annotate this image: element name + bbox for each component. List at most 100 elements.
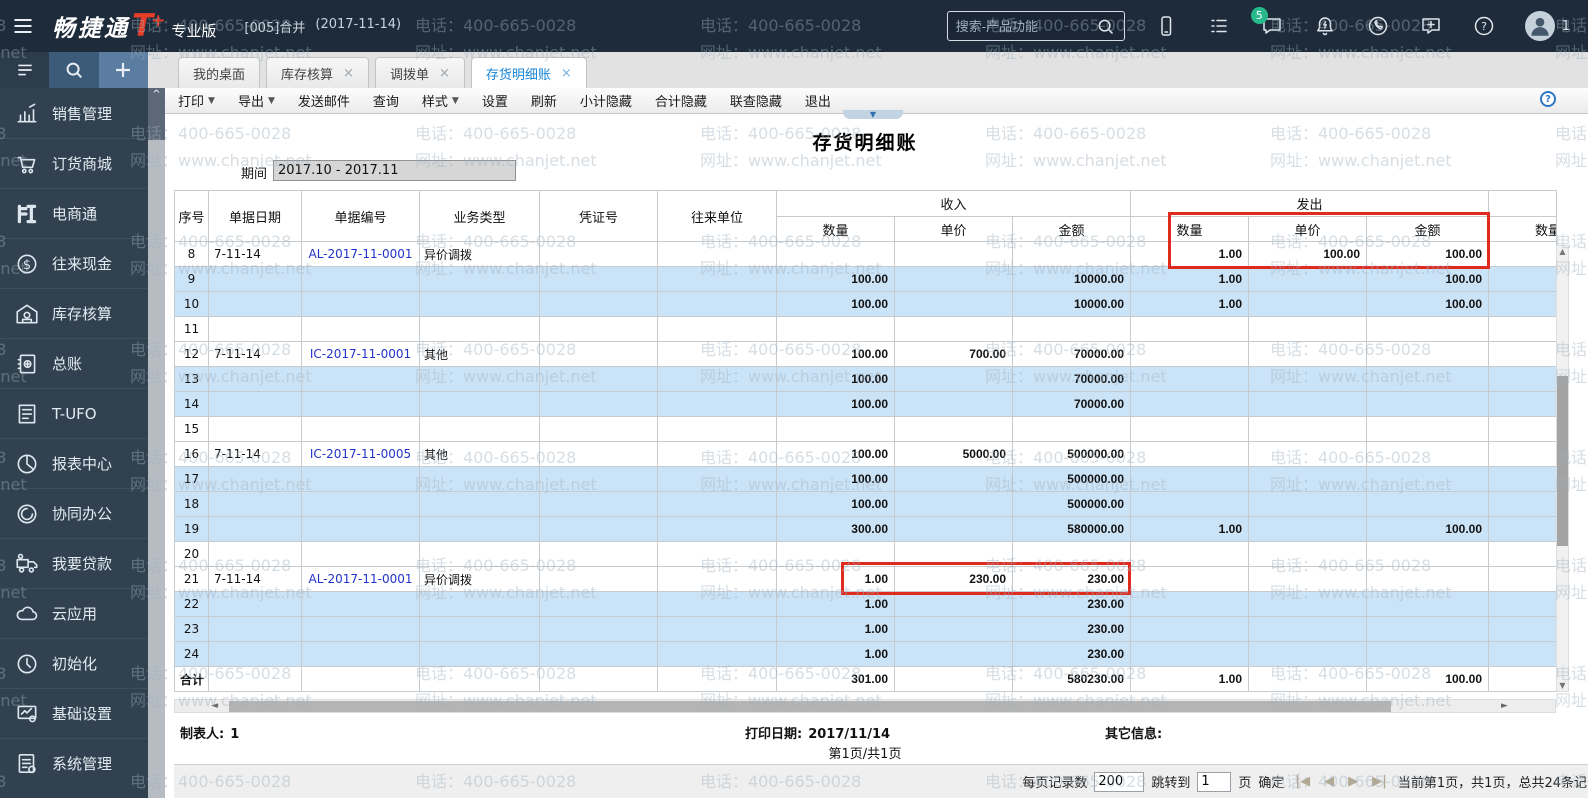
table-cell: 100.00	[1249, 242, 1367, 267]
doc-link[interactable]: AL-2017-11-0001	[308, 247, 412, 261]
table-cell	[1367, 542, 1489, 567]
table-cell	[540, 442, 658, 467]
sidebar-item-system[interactable]: 系统管理	[0, 738, 148, 788]
sidebar-item-reports[interactable]: 报表中心	[0, 438, 148, 488]
doc-link[interactable]: IC-2017-11-0005	[310, 447, 411, 461]
toolbar-item-退出[interactable]: 退出	[805, 91, 831, 110]
toolbar-item-打印[interactable]: 打印▼	[178, 91, 215, 110]
table-cell: 19	[175, 517, 209, 542]
tasks-icon[interactable]	[1207, 14, 1231, 38]
sidebar-scrollbar-thumb[interactable]: ^	[148, 88, 165, 140]
tab-label: 存货明细账	[486, 64, 551, 83]
toolbar-item-合计隐藏[interactable]: 合计隐藏	[655, 91, 707, 110]
tab-close-icon[interactable]: ×	[343, 66, 354, 81]
tab-close-icon[interactable]: ×	[561, 66, 572, 81]
toolbar-item-发送邮件[interactable]: 发送邮件	[298, 91, 350, 110]
hotline-icon[interactable]	[1366, 14, 1390, 38]
period-input[interactable]	[273, 160, 516, 181]
sidebar-item-ledger[interactable]: 总账	[0, 338, 148, 388]
notifications-icon[interactable]	[1313, 14, 1337, 38]
table-cell: 1.00	[1131, 517, 1249, 542]
toolbar-item-导出[interactable]: 导出▼	[238, 91, 275, 110]
toolbar-item-刷新[interactable]: 刷新	[531, 91, 557, 110]
table-cell	[1489, 617, 1557, 642]
sidebar-add-icon[interactable]	[99, 52, 148, 88]
panel-collapse-handle[interactable]: ▼	[843, 110, 903, 119]
sidebar-item-tufo[interactable]: T-UFO	[0, 388, 148, 438]
preparer-label: 制表人:	[180, 727, 224, 742]
horizontal-scrollbar-thumb[interactable]	[229, 701, 1391, 712]
first-page-icon[interactable]: |◀	[1295, 774, 1310, 789]
table-cell	[209, 492, 302, 517]
sidebar-collapse-icon[interactable]	[0, 52, 49, 88]
goto-confirm-button[interactable]: 确定	[1258, 772, 1284, 791]
toolbar-item-查询[interactable]: 查询	[373, 91, 399, 110]
table-cell	[209, 617, 302, 642]
per-page-input[interactable]	[1094, 772, 1144, 792]
table-cell	[658, 442, 777, 467]
sidebar-item-ecommerce[interactable]: 电商通	[0, 188, 148, 238]
table-cell	[777, 417, 895, 442]
feedback-icon[interactable]	[1419, 14, 1443, 38]
toolbar-item-联查隐藏[interactable]: 联查隐藏	[730, 91, 782, 110]
table-cell	[540, 517, 658, 542]
login-date-label: (2017-11-14)	[315, 17, 401, 36]
toolbar-item-设置[interactable]: 设置	[482, 91, 508, 110]
sidebar-item-cloud[interactable]: 云应用	[0, 588, 148, 638]
mobile-icon[interactable]	[1154, 14, 1178, 38]
main-menu-icon[interactable]	[0, 14, 46, 38]
table-cell	[540, 342, 658, 367]
vertical-scrollbar-thumb[interactable]	[1557, 376, 1568, 546]
col-header-unit: 往来单位	[658, 191, 777, 242]
doc-link[interactable]: IC-2017-11-0001	[310, 347, 411, 361]
scroll-left-icon[interactable]: ◄	[211, 700, 218, 713]
search-input[interactable]	[956, 19, 1095, 34]
next-page-icon[interactable]: ▶	[1348, 774, 1358, 789]
sidebar-item-init[interactable]: 初始化	[0, 638, 148, 688]
sidebar-scrollbar[interactable]: ^	[148, 88, 165, 798]
global-search[interactable]	[947, 11, 1125, 41]
search-icon[interactable]	[1095, 16, 1116, 37]
avatar[interactable]	[1525, 11, 1555, 41]
scroll-right-icon[interactable]: ►	[1501, 700, 1508, 713]
tab-存货明细账[interactable]: 存货明细账 ×	[471, 57, 587, 88]
user-area[interactable]: 1	[1525, 11, 1570, 41]
sidebar-item-office[interactable]: 协同办公	[0, 488, 148, 538]
sidebar-item-cash[interactable]: $往来现金	[0, 238, 148, 288]
sidebar-item-inventory[interactable]: 库存核算	[0, 288, 148, 338]
table-row: 221.00230.00	[175, 592, 1557, 617]
sidebar-item-settings[interactable]: 基础设置	[0, 688, 148, 738]
table-cell	[1249, 367, 1367, 392]
tab-调拨单[interactable]: 调拨单×	[375, 57, 465, 88]
sidebar-item-loan[interactable]: 我要贷款	[0, 538, 148, 588]
tab-我的桌面[interactable]: 我的桌面	[178, 57, 260, 88]
group-header-in: 收入	[777, 191, 1131, 217]
table-cell	[1489, 442, 1557, 467]
toolbar-item-样式[interactable]: 样式▼	[422, 91, 459, 110]
horizontal-scrollbar[interactable]: ◄ ►	[174, 699, 1556, 713]
scroll-down-icon[interactable]: ▼	[1557, 681, 1568, 690]
group-header-out: 发出	[1131, 191, 1489, 217]
toolbar-item-小计隐藏[interactable]: 小计隐藏	[580, 91, 632, 110]
scroll-up-icon[interactable]: ▲	[1557, 247, 1568, 256]
last-page-icon[interactable]: ▶|	[1372, 774, 1387, 789]
messages-icon[interactable]: 5	[1260, 14, 1284, 38]
table-cell	[540, 592, 658, 617]
table-cell	[1249, 392, 1367, 417]
help-icon[interactable]: ?	[1472, 14, 1496, 38]
sidebar-search-icon[interactable]	[49, 52, 98, 88]
table-cell	[1249, 567, 1367, 592]
topbar-actions: 5? 1	[947, 11, 1588, 41]
sidebar-item-sales[interactable]: 销售管理	[0, 88, 148, 138]
sidebar-item-mall[interactable]: 订货商城	[0, 138, 148, 188]
table-cell	[658, 242, 777, 267]
table-cell	[302, 542, 420, 567]
vertical-scrollbar[interactable]: ▲ ▼	[1556, 245, 1569, 692]
goto-page-input[interactable]	[1197, 772, 1231, 792]
doc-link[interactable]: AL-2017-11-0001	[308, 572, 412, 586]
prev-page-icon[interactable]: ◀	[1324, 774, 1334, 789]
toolbar-help-icon[interactable]: ?	[1540, 91, 1556, 107]
tab-库存核算[interactable]: 库存核算×	[266, 57, 369, 88]
tab-close-icon[interactable]: ×	[439, 66, 450, 81]
table-cell	[658, 392, 777, 417]
